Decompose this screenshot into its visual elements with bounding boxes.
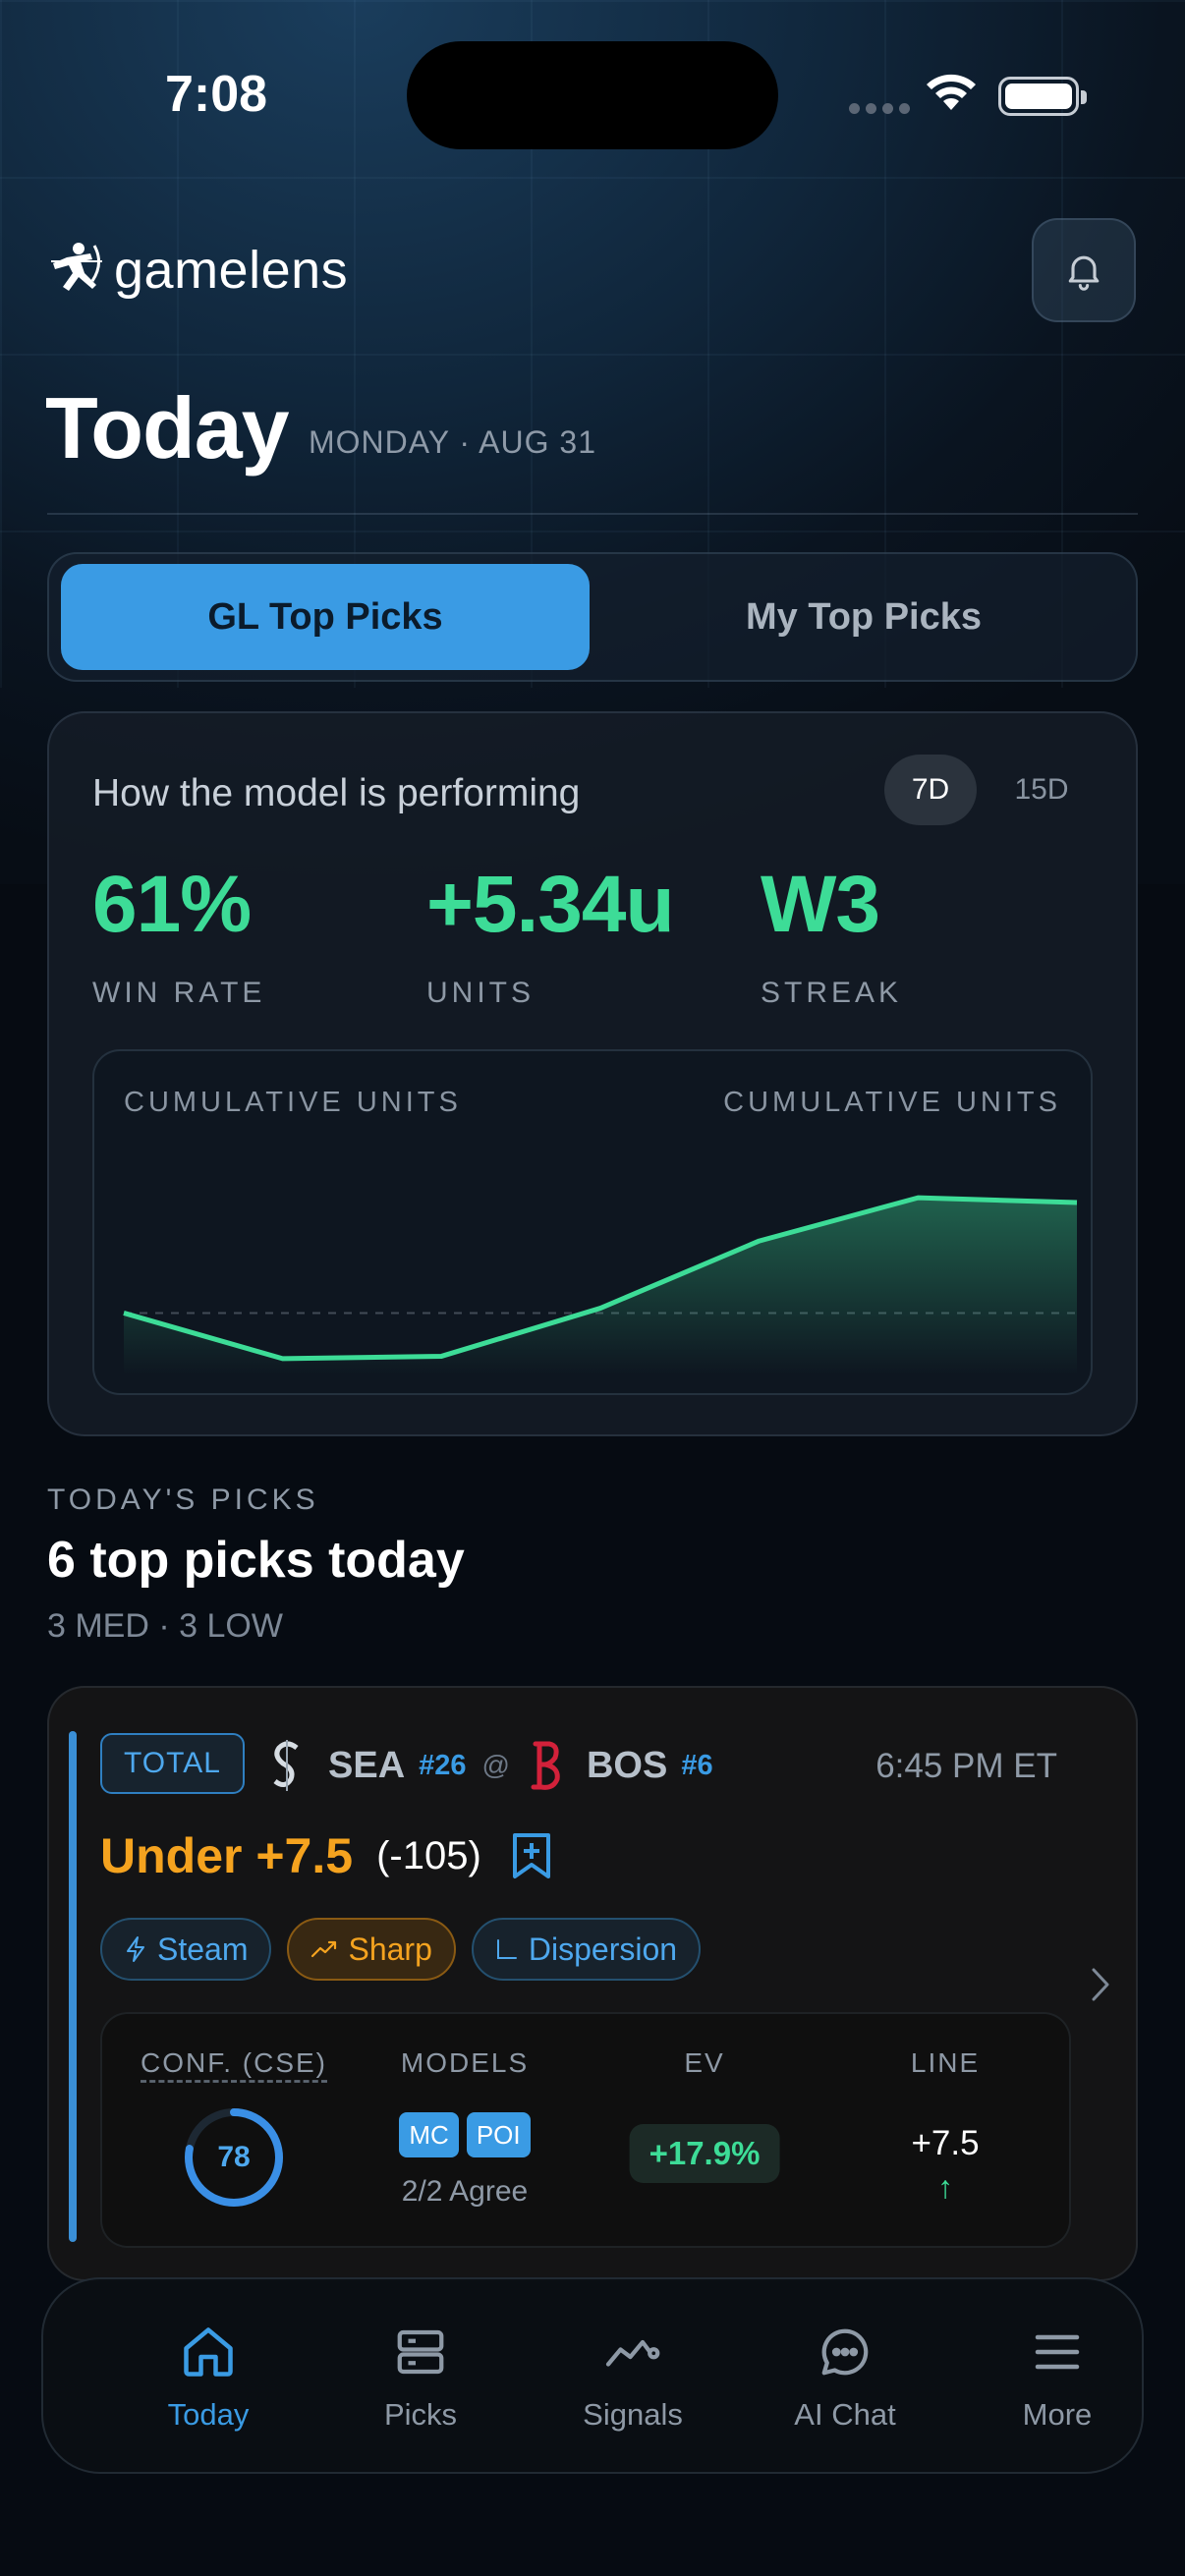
win-rate-label: WIN RATE — [92, 977, 266, 1009]
range-15d-button[interactable]: 15D — [990, 755, 1093, 825]
matchup: SEA #26 @ BOS #6 — [267, 1735, 713, 1796]
page-title: Today — [45, 379, 290, 476]
bell-icon — [1068, 255, 1100, 291]
picks-segmented-control: GL Top Picks My Top Picks — [47, 552, 1138, 682]
confidence-value: 78 — [217, 2141, 251, 2173]
dynamic-island — [407, 41, 778, 149]
line-value: +7.5 — [911, 2124, 980, 2162]
tag-sharp[interactable]: Sharp — [287, 1918, 456, 1981]
signals-icon — [605, 2339, 660, 2367]
units-value: +5.34u — [426, 860, 675, 949]
home-icon — [184, 2327, 233, 2377]
tag-steam-label: Steam — [157, 1931, 249, 1967]
page-date: MONDAY · AUG 31 — [309, 424, 596, 460]
game-time: 6:45 PM ET — [875, 1747, 1057, 1785]
bolt-icon — [127, 1936, 144, 1962]
pick-selection: Under +7.5 — [100, 1828, 354, 1883]
axis-chart-icon — [496, 1939, 517, 1959]
red-sox-logo-icon — [531, 1741, 560, 1790]
performance-title: How the model is performing — [92, 772, 581, 814]
archer-logo-icon — [51, 243, 102, 291]
tab-today[interactable]: Today — [110, 2323, 307, 2433]
model-badges: MC POI — [346, 2112, 584, 2157]
tab-gl-top-picks[interactable]: GL Top Picks — [61, 564, 590, 670]
tab-today-label: Today — [167, 2397, 250, 2432]
picks-eyebrow: TODAY'S PICKS — [47, 1484, 319, 1516]
pick-metrics-panel: CONF. (CSE) 78 MODELS MC POI 2/2 Agree E… — [100, 2012, 1071, 2248]
tab-my-top-picks[interactable]: My Top Picks — [599, 564, 1128, 670]
model-performance-card: How the model is performing 7D 15D 61% W… — [47, 711, 1138, 1436]
brand-logo: gamelens — [45, 240, 348, 301]
ev-header: EV — [684, 2047, 725, 2078]
menu-icon — [1035, 2334, 1080, 2370]
tag-dispersion[interactable]: Dispersion — [471, 1918, 702, 1981]
stat-units: +5.34u UNITS — [426, 859, 675, 1010]
models-agree: 2/2 Agree — [401, 2175, 529, 2208]
stack-icon — [397, 2329, 444, 2375]
away-team: SEA — [328, 1744, 406, 1786]
model-badge-mc: MC — [399, 2112, 459, 2157]
tab-picks-label: Picks — [383, 2397, 458, 2432]
notifications-button[interactable] — [1032, 218, 1136, 322]
home-team: BOS — [586, 1744, 668, 1786]
streak-label: STREAK — [761, 977, 903, 1009]
battery-icon — [998, 77, 1087, 116]
market-badge: TOTAL — [100, 1733, 245, 1794]
at-symbol: @ — [481, 1750, 510, 1780]
tab-more-label: More — [1022, 2397, 1093, 2432]
tab-signals[interactable]: Signals — [535, 2323, 731, 2433]
picks-subtitle: 3 MED · 3 LOW — [47, 1607, 283, 1645]
line-header: LINE — [910, 2047, 981, 2078]
model-badge-poi: POI — [466, 2112, 531, 2157]
line-movement-arrow: ↑ — [937, 2169, 953, 2205]
tag-sharp-label: Sharp — [348, 1931, 432, 1967]
tab-signals-label: Signals — [583, 2397, 683, 2432]
brand-name: gamelens — [114, 241, 349, 300]
confidence-header: CONF. (CSE) — [141, 2047, 327, 2078]
chart-area-fill — [124, 1198, 1077, 1375]
stat-win-rate: 61% WIN RATE — [92, 859, 265, 1010]
chevron-right-icon[interactable] — [1089, 1965, 1112, 2004]
bottom-tab-bar: Today Picks Signals AI Chat More — [41, 2277, 1144, 2474]
pick-odds: (-105) — [376, 1833, 481, 1877]
models-header: MODELS — [400, 2047, 530, 2078]
status-time: 7:08 — [165, 66, 268, 123]
tag-steam[interactable]: Steam — [100, 1918, 272, 1981]
tab-picks[interactable]: Picks — [322, 2323, 519, 2433]
chart-label-left: CUMULATIVE UNITS — [124, 1087, 462, 1118]
divider — [47, 513, 1138, 515]
metric-line: LINE +7.5 ↑ — [825, 2014, 1065, 2250]
chart-label-right: CUMULATIVE UNITS — [723, 1087, 1061, 1118]
home-rank: #6 — [681, 1749, 713, 1781]
ev-value: +17.9% — [629, 2124, 780, 2183]
metric-models: MODELS MC POI 2/2 Agree — [346, 2014, 584, 2250]
picks-title: 6 top picks today — [47, 1532, 465, 1589]
tab-ai-chat[interactable]: AI Chat — [747, 2323, 943, 2433]
pick-selection-row: Under +7.5 (-105) — [100, 1827, 552, 1884]
tab-ai-chat-label: AI Chat — [794, 2397, 896, 2432]
mariners-logo-icon — [273, 1740, 299, 1791]
away-rank: #26 — [419, 1749, 467, 1781]
win-rate-value: 61% — [92, 860, 252, 949]
tab-more[interactable]: More — [959, 2323, 1156, 2433]
bookmark-add-icon[interactable] — [511, 1831, 552, 1880]
cellular-icon — [849, 103, 910, 114]
wifi-icon — [927, 74, 976, 110]
units-label: UNITS — [426, 977, 535, 1009]
metric-ev: EV +17.9% — [584, 2014, 825, 2250]
stat-streak: W3 STREAK — [761, 859, 902, 1010]
pick-card[interactable]: TOTAL SEA #26 @ BOS #6 6:45 PM ET Under … — [47, 1686, 1138, 2281]
trend-up-icon — [311, 1940, 337, 1958]
streak-value: W3 — [761, 860, 880, 949]
signal-tags: Steam Sharp Dispersion — [100, 1918, 702, 1981]
pick-accent-bar — [69, 1731, 77, 2242]
range-7d-button[interactable]: 7D — [884, 755, 977, 825]
metric-confidence: CONF. (CSE) 78 — [102, 2014, 366, 2250]
cumulative-units-chart: CUMULATIVE UNITS CUMULATIVE UNITS — [92, 1049, 1093, 1395]
tag-dispersion-label: Dispersion — [528, 1931, 678, 1967]
chat-icon — [821, 2328, 869, 2376]
